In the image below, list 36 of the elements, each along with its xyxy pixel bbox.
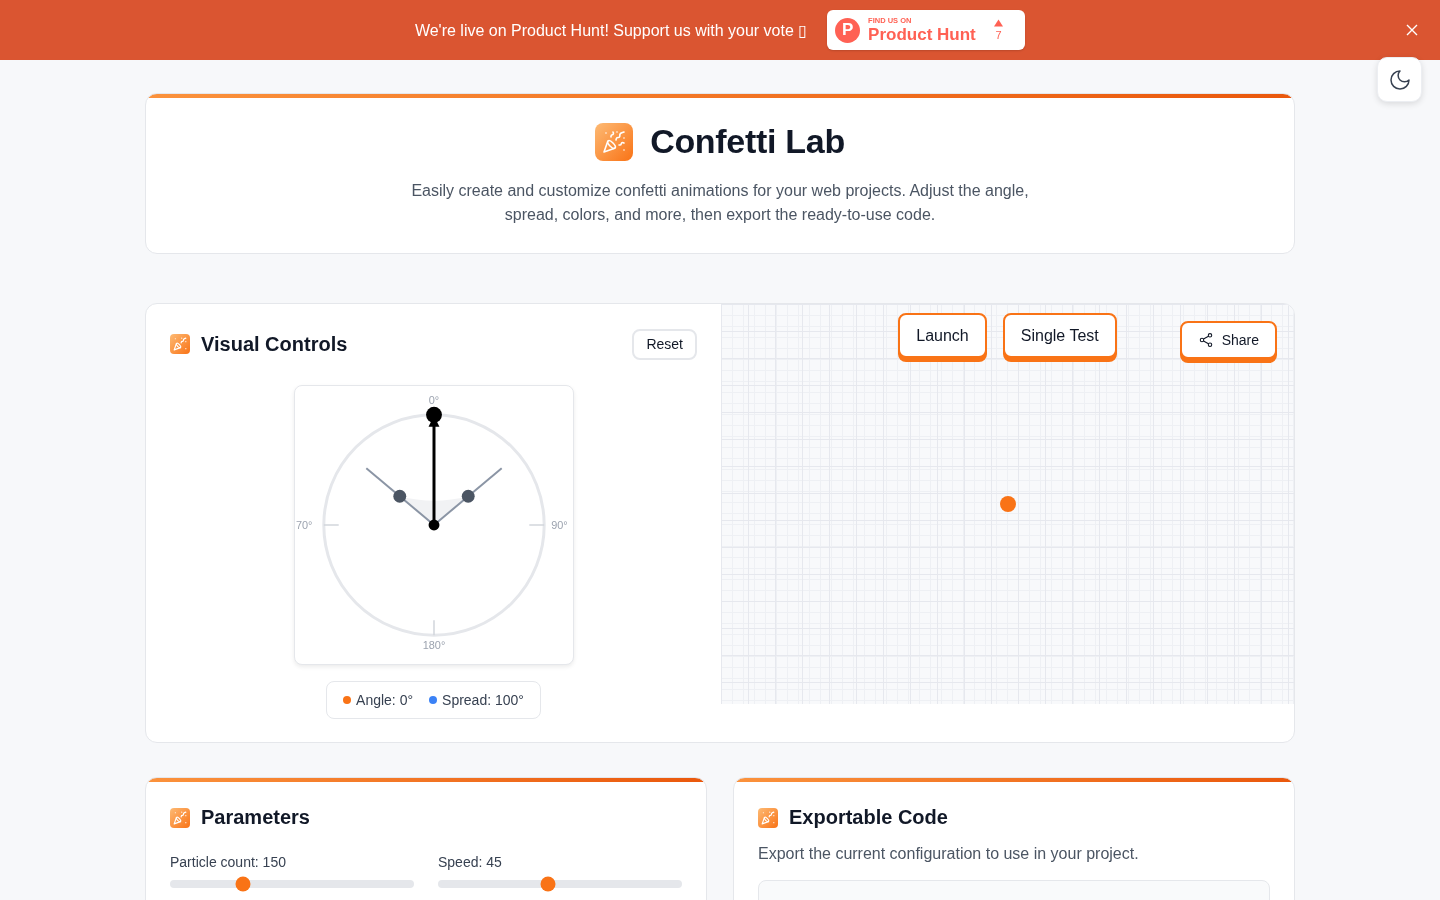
legend-label: Spread: 100° [442, 692, 524, 708]
dial-label: 180° [422, 639, 445, 652]
slider-label: Speed: 45 [438, 854, 503, 870]
slider-thumb[interactable] [540, 876, 556, 892]
legend-label: Angle: 0° [356, 692, 414, 708]
angle-pointer[interactable] [425, 406, 442, 531]
theme-toggle-button[interactable] [1377, 57, 1422, 102]
export-description: Export the current configuration to use in your project. [758, 845, 1140, 863]
slider-label: Particle count: 150 [170, 854, 287, 870]
share-icon [1197, 332, 1214, 348]
party-popper-logo-icon [595, 122, 634, 161]
origin-dot-icon [999, 496, 1016, 512]
slider-thumb[interactable] [235, 876, 251, 892]
upvote-icon [994, 19, 1004, 27]
app-description: Easily create and customize confetti animations for your web projects. Adjust the angle, spread, colors, and more, then export the ready-to-use code. [410, 181, 1030, 225]
party-popper-icon [170, 334, 190, 354]
dial-label: 90° [550, 518, 568, 531]
section-title: Exportable Code [789, 806, 948, 829]
dial-label: 0° [428, 393, 439, 406]
close-button[interactable] [1406, 24, 1418, 36]
dial-label: 70° [295, 518, 312, 531]
close-icon [1406, 24, 1418, 36]
app-title: Confetti Lab [650, 122, 845, 161]
tick-mark [432, 619, 435, 636]
section-title: Visual Controls [201, 332, 348, 356]
tick-mark [528, 524, 545, 526]
reset-button[interactable]: Reset [632, 328, 697, 360]
vote-count: 7 [995, 30, 1002, 41]
badge-title: Product Hunt [868, 25, 977, 43]
section-title: Parameters [201, 806, 310, 829]
moon-icon [1389, 69, 1410, 90]
logo-mark: P [835, 17, 861, 43]
party-popper-icon [170, 807, 190, 828]
tick-mark [322, 524, 339, 526]
party-popper-icon [758, 807, 778, 828]
banner-message: We're live on Product Hunt! Support us with your vote ▯ [414, 20, 808, 40]
